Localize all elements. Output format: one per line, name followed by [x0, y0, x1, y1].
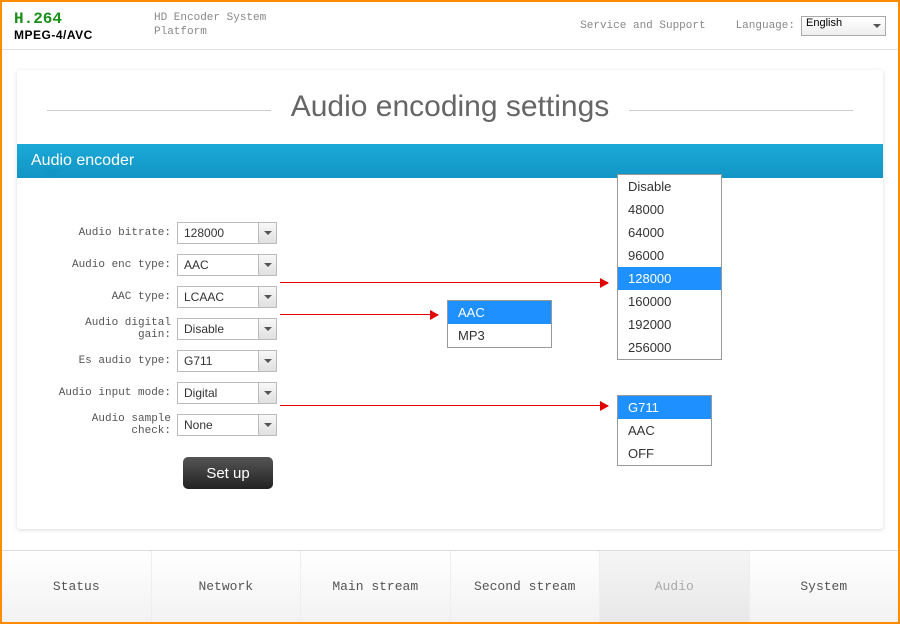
label-input-mode: Audio input mode:	[47, 387, 177, 399]
logo: H.264 MPEG-4/AVC	[14, 10, 134, 42]
popup-es-options: G711 AAC OFF	[617, 395, 712, 466]
chevron-down-icon[interactable]	[258, 351, 276, 371]
popup-bitrate-options: Disable 48000 64000 96000 128000 160000 …	[617, 174, 722, 360]
label-aac-type: AAC type:	[47, 291, 177, 303]
select-sample-check[interactable]: None	[177, 414, 277, 436]
tab-main-stream[interactable]: Main stream	[301, 551, 451, 622]
chevron-down-icon[interactable]	[258, 415, 276, 435]
arrow-icon	[280, 314, 438, 315]
option-mp3[interactable]: MP3	[448, 324, 551, 347]
language-label: Language:	[736, 20, 795, 32]
label-bitrate: Audio bitrate:	[47, 227, 177, 239]
arrow-icon	[280, 405, 608, 406]
select-es-type[interactable]: G711	[177, 350, 277, 372]
option-96000[interactable]: 96000	[618, 244, 721, 267]
header: H.264 MPEG-4/AVC HD Encoder System Platf…	[2, 2, 898, 50]
option-aac[interactable]: AAC	[448, 301, 551, 324]
option-g711[interactable]: G711	[618, 396, 711, 419]
option-off[interactable]: OFF	[618, 442, 711, 465]
select-gain[interactable]: Disable	[177, 318, 277, 340]
option-160000[interactable]: 160000	[618, 290, 721, 313]
chevron-down-icon[interactable]	[258, 287, 276, 307]
label-enc-type: Audio enc type:	[47, 259, 177, 271]
setup-button[interactable]: Set up	[183, 457, 273, 489]
arrow-icon	[280, 282, 608, 283]
page-title: Audio encoding settings	[271, 90, 630, 124]
chevron-down-icon[interactable]	[258, 383, 276, 403]
option-64000[interactable]: 64000	[618, 221, 721, 244]
language-selector: Language: English	[736, 16, 886, 36]
option-192000[interactable]: 192000	[618, 313, 721, 336]
chevron-down-icon[interactable]	[258, 255, 276, 275]
logo-h264: H.264	[14, 10, 134, 28]
label-es-type: Es audio type:	[47, 355, 177, 367]
option-48000[interactable]: 48000	[618, 198, 721, 221]
select-bitrate[interactable]: 128000	[177, 222, 277, 244]
tab-status[interactable]: Status	[2, 551, 152, 622]
label-gain: Audio digital gain:	[47, 317, 177, 341]
popup-enc-options: AAC MP3	[447, 300, 552, 348]
tab-system[interactable]: System	[750, 551, 899, 622]
option-aac[interactable]: AAC	[618, 419, 711, 442]
select-input-mode[interactable]: Digital	[177, 382, 277, 404]
language-select[interactable]: English	[801, 16, 886, 36]
select-enc-type[interactable]: AAC	[177, 254, 277, 276]
chevron-down-icon[interactable]	[258, 319, 276, 339]
section-header: Audio encoder	[17, 144, 883, 178]
service-support-link[interactable]: Service and Support	[580, 20, 705, 32]
label-sample-check: Audio sample check:	[47, 413, 177, 437]
tab-second-stream[interactable]: Second stream	[451, 551, 601, 622]
tab-audio[interactable]: Audio	[600, 551, 750, 622]
logo-mpeg: MPEG-4/AVC	[14, 28, 134, 42]
select-aac-type[interactable]: LCAAC	[177, 286, 277, 308]
chevron-down-icon[interactable]	[258, 223, 276, 243]
footer-nav: Status Network Main stream Second stream…	[2, 550, 898, 622]
tab-network[interactable]: Network	[152, 551, 302, 622]
header-subtitle: HD Encoder System Platform	[154, 12, 266, 38]
option-disable[interactable]: Disable	[618, 175, 721, 198]
option-128000[interactable]: 128000	[618, 267, 721, 290]
option-256000[interactable]: 256000	[618, 336, 721, 359]
